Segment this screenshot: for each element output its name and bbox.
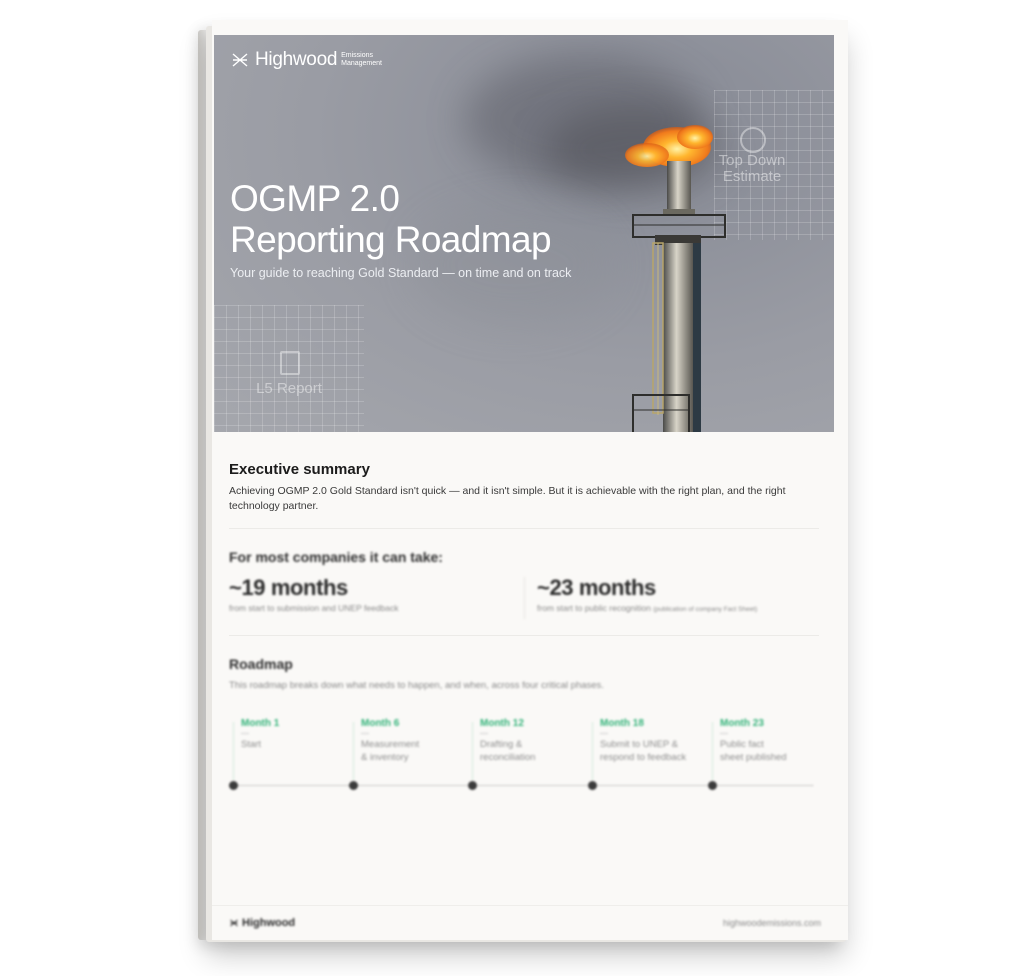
l5-report-label: L5 Report (256, 380, 322, 397)
brand-subtitle: Emissions Management (341, 52, 382, 67)
footer-url[interactable]: highwoodemissions.com (723, 918, 821, 928)
duration-stat: ~19 months from start to submission and … (229, 575, 398, 613)
footer-divider (212, 905, 848, 906)
flare-stack-illustration (625, 125, 726, 432)
page-subtitle: Your guide to reaching Gold Standard — o… (230, 266, 572, 280)
durations-heading: For most companies it can take: (229, 549, 443, 565)
roadmap-intro: This roadmap breaks down what needs to h… (229, 680, 604, 691)
timeline-dot (588, 781, 597, 790)
milestone: Month 1 Start (233, 718, 351, 780)
document-icon (280, 351, 300, 375)
divider (229, 635, 819, 636)
duration-caption: from start to submission and UNEP feedba… (229, 603, 399, 613)
executive-summary-text: Achieving OGMP 2.0 Gold Standard isn't q… (229, 485, 786, 512)
timeline-dot (229, 781, 238, 790)
duration-value: ~19 months (229, 575, 348, 600)
milestone: Month 12 Drafting & reconciliation (472, 718, 590, 780)
duration-value: ~23 months (537, 575, 656, 600)
timeline-dot (708, 781, 717, 790)
brochure-page: Top Down Estimate L5 Report Highwood Emi… (212, 20, 848, 940)
hero-image: Top Down Estimate L5 Report Highwood Emi… (214, 35, 834, 432)
roadmap-heading: Roadmap (229, 656, 293, 672)
highwood-logo-icon (232, 53, 248, 67)
duration-caption: from start to public recognition (public… (537, 603, 758, 613)
highwood-logo-icon (230, 919, 238, 927)
executive-summary-heading: Executive summary (229, 461, 370, 478)
timeline-dot (349, 781, 358, 790)
divider (229, 528, 819, 529)
page-title: OGMP 2.0 Reporting Roadmap (230, 178, 552, 260)
brand-logo: Highwood Emissions Management (230, 49, 382, 71)
milestone: Month 23 Public fact sheet published (712, 718, 830, 780)
duration-stat: ~23 months from start to public recognit… (537, 575, 757, 613)
milestone: Month 6 Measurement & inventory (353, 718, 471, 780)
chart-icon (740, 127, 766, 153)
timeline-line (233, 785, 813, 786)
milestone: Month 18 Submit to UNEP & respond to feed… (592, 718, 710, 780)
timeline-dot (468, 781, 477, 790)
divider (524, 577, 525, 619)
footer-logo: Highwood (229, 917, 295, 929)
brand-name: Highwood (255, 49, 338, 70)
